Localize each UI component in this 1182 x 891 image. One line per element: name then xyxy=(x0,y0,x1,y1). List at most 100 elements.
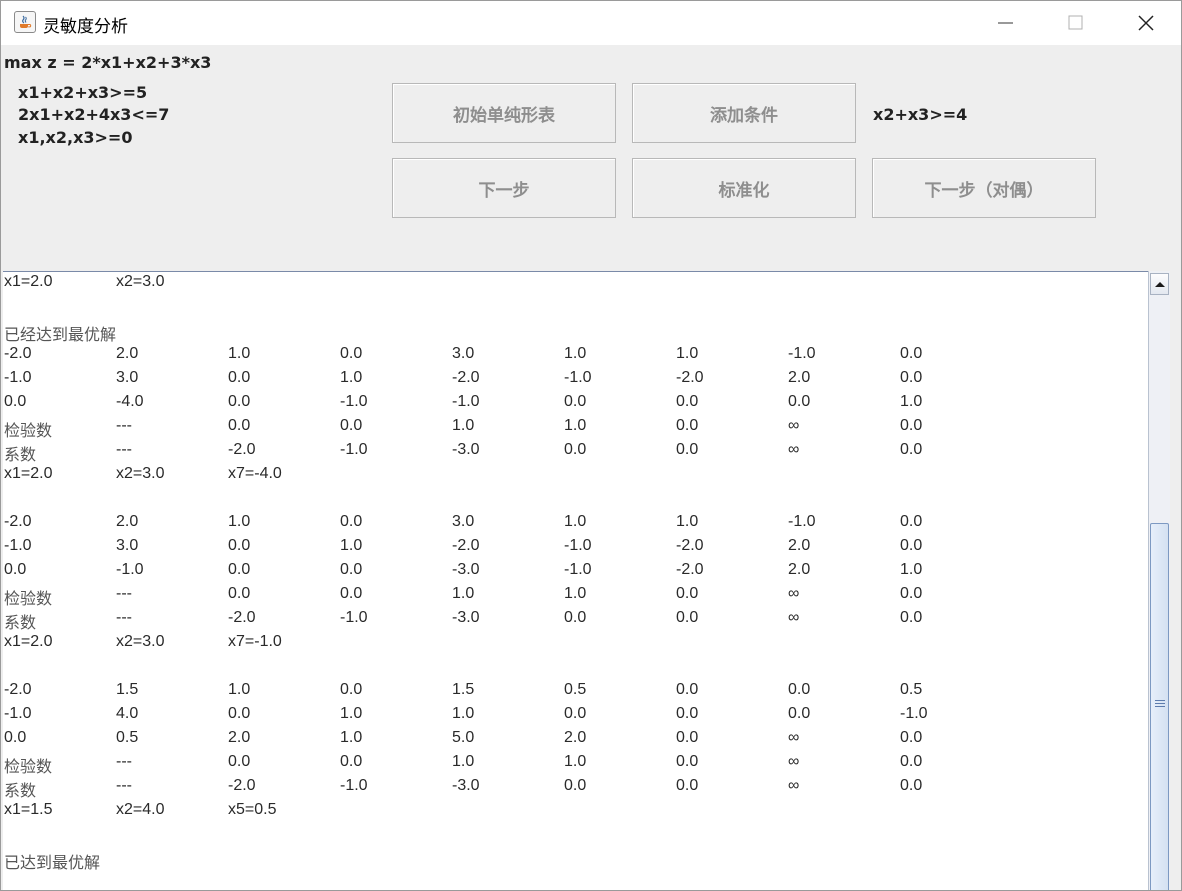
output-cell: 1.0 xyxy=(452,705,475,722)
output-cell: 0.0 xyxy=(676,681,699,698)
output-cell: 1.0 xyxy=(340,537,363,554)
output-cell: 1.0 xyxy=(228,513,251,530)
output-cell: 0.0 xyxy=(340,681,363,698)
output-cell: 0.0 xyxy=(228,417,251,434)
output-cell: 0.0 xyxy=(900,513,923,530)
output-cell: -2.0 xyxy=(676,369,704,386)
close-button[interactable] xyxy=(1111,1,1181,45)
output-cell: -1.0 xyxy=(340,441,368,458)
output-cell: -2.0 xyxy=(4,513,32,530)
output-cell: 0.0 xyxy=(676,441,699,458)
output-cell: 1.0 xyxy=(564,753,587,770)
output-cell: x2=3.0 xyxy=(116,465,165,482)
vertical-scrollbar[interactable] xyxy=(1148,271,1170,890)
output-cell: 0.0 xyxy=(228,393,251,410)
output-cell: 2.0 xyxy=(564,729,587,746)
standardize-button[interactable]: 标准化 xyxy=(632,158,856,218)
output-cell: 1.0 xyxy=(676,345,699,362)
output-cell: --- xyxy=(116,441,132,458)
output-cell: 0.0 xyxy=(228,537,251,554)
title-bar[interactable]: 灵敏度分析 xyxy=(1,1,1181,45)
output-cell: 0.0 xyxy=(788,705,811,722)
output-cell: 1.0 xyxy=(228,345,251,362)
grip-icon xyxy=(1155,700,1165,710)
output-row: 0.0 -4.0 0.0 -1.0 -1.0 0.0 0.0 0.0 1.0 xyxy=(3,393,1143,417)
output-cell: 检验数 xyxy=(4,591,53,608)
output-cell: ∞ xyxy=(788,417,800,434)
output-cell: 0.0 xyxy=(564,393,587,410)
output-cell: 1.0 xyxy=(564,585,587,602)
output-cell: x5=0.5 xyxy=(228,801,277,818)
output-cell: 1.0 xyxy=(452,753,475,770)
output-cell: --- xyxy=(116,417,132,434)
output-cell: -2.0 xyxy=(4,681,32,698)
output-cell: 0.0 xyxy=(228,705,251,722)
output-cell: -3.0 xyxy=(452,777,480,794)
output-cell: ∞ xyxy=(788,585,800,602)
add-condition-button[interactable]: 添加条件 xyxy=(632,83,856,143)
output-cell: 0.0 xyxy=(340,417,363,434)
output-cell: 0.0 xyxy=(900,777,923,794)
output-cell: 2.0 xyxy=(788,561,811,578)
output-cell: 1.0 xyxy=(340,729,363,746)
output-cell: -1.0 xyxy=(340,777,368,794)
added-constraint-label: x2+x3>=4 xyxy=(873,105,968,124)
output-cell: 0.0 xyxy=(900,345,923,362)
status-message-line: 已经达到最优解 xyxy=(3,321,1143,345)
output-cell: 0.0 xyxy=(788,393,811,410)
output-cell: 0.0 xyxy=(676,585,699,602)
next-step-dual-button[interactable]: 下一步（对偶） xyxy=(872,158,1096,218)
output-cell: -1.0 xyxy=(900,705,928,722)
output-row: 0.0 0.5 2.0 1.0 5.0 2.0 0.0 ∞ 0.0 xyxy=(3,729,1143,753)
output-cell: 0.0 xyxy=(900,753,923,770)
output-cell: 1.0 xyxy=(564,417,587,434)
constraint-2: 2x1+x2+4x3<=7 xyxy=(18,105,170,124)
output-cell: 0.0 xyxy=(564,705,587,722)
output-cell: -1.0 xyxy=(4,537,32,554)
output-row: 0.0 -1.0 0.0 0.0 -3.0 -1.0 -2.0 2.0 1.0 xyxy=(3,561,1143,585)
scroll-thumb[interactable] xyxy=(1150,523,1169,890)
output-cell: --- xyxy=(116,753,132,770)
output-cell: 1.0 xyxy=(340,705,363,722)
status-message: 已经达到最优解 xyxy=(4,327,117,344)
next-step-button[interactable]: 下一步 xyxy=(392,158,616,218)
output-cell: 1.0 xyxy=(452,417,475,434)
output-cell: 0.0 xyxy=(228,561,251,578)
output-cell: 0.0 xyxy=(340,561,363,578)
output-cell: ∞ xyxy=(788,729,800,746)
minimize-button[interactable] xyxy=(971,1,1041,45)
output-cell: 0.0 xyxy=(900,417,923,434)
maximize-button[interactable] xyxy=(1041,1,1111,45)
output-cell: x7=-4.0 xyxy=(228,465,282,482)
output-row: 检验数 --- 0.0 0.0 1.0 1.0 0.0 ∞ 0.0 xyxy=(3,417,1143,441)
output-cell: -4.0 xyxy=(116,393,144,410)
output-cell: 4.0 xyxy=(116,705,139,722)
output-cell: -2.0 xyxy=(4,345,32,362)
output-cell: 1.0 xyxy=(564,513,587,530)
output-cell: 0.0 xyxy=(676,417,699,434)
output-row: x1=1.5 x2=4.0 x5=0.5 xyxy=(3,801,1143,825)
output-cell: -2.0 xyxy=(676,561,704,578)
output-row: 检验数 --- 0.0 0.0 1.0 1.0 0.0 ∞ 0.0 xyxy=(3,753,1143,777)
output-cell: -1.0 xyxy=(340,609,368,626)
output-cell: ∞ xyxy=(788,753,800,770)
output-row: -2.0 2.0 1.0 0.0 3.0 1.0 1.0 -1.0 0.0 xyxy=(3,513,1143,537)
maximize-icon xyxy=(1068,15,1083,30)
output-cell: 3.0 xyxy=(452,345,475,362)
scroll-up-button[interactable] xyxy=(1150,273,1169,295)
output-cell: 0.0 xyxy=(340,753,363,770)
initial-simplex-table-button[interactable]: 初始单纯形表 xyxy=(392,83,616,143)
output-cell: 1.0 xyxy=(900,393,923,410)
output-cell: x1=2.0 xyxy=(4,273,53,290)
output-cell: 2.0 xyxy=(788,537,811,554)
output-cell: 0.0 xyxy=(788,681,811,698)
output-cell: ∞ xyxy=(788,609,800,626)
output-row: x1=2.0 x2=3.0 x7=-1.0 xyxy=(3,633,1143,657)
output-text-area[interactable]: x1=2.0 x2=3.0 已经达到最优解 -2.0 2.0 1.0 0.0 3.0 1.0 1.… xyxy=(3,271,1148,890)
output-cell: 0.0 xyxy=(900,585,923,602)
output-row: -1.0 3.0 0.0 1.0 -2.0 -1.0 -2.0 2.0 0.0 xyxy=(3,369,1143,393)
output-cell: 系数 xyxy=(4,447,37,464)
